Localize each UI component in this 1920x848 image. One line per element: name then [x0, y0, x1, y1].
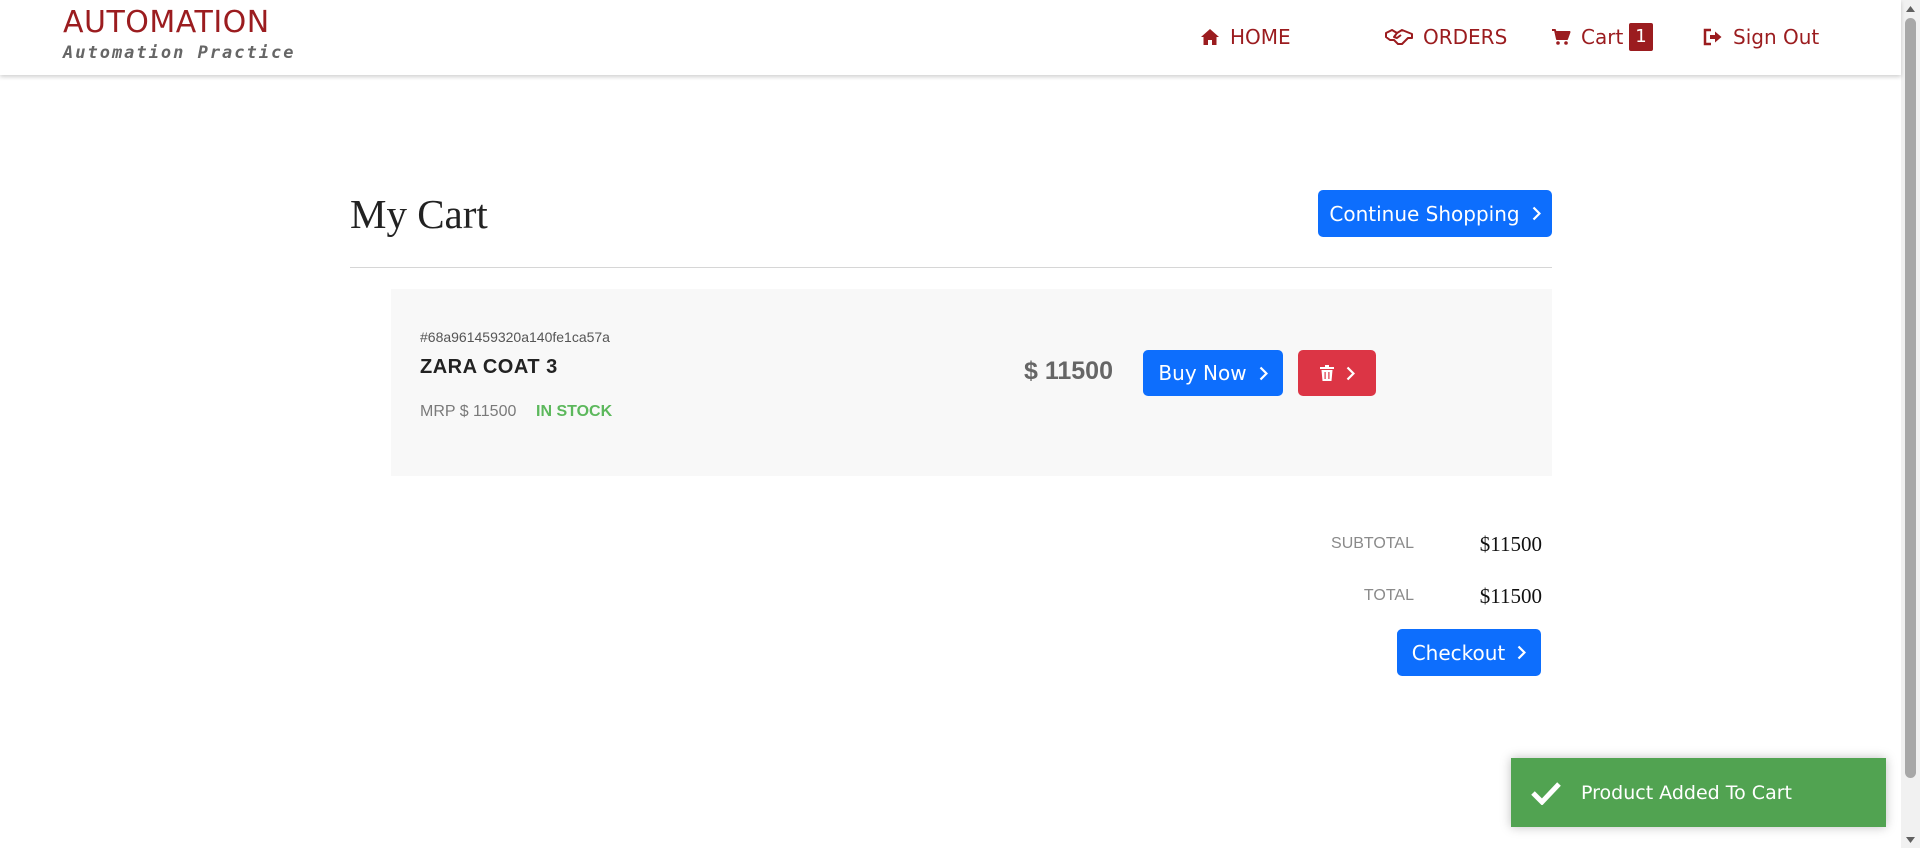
subtotal-label: SUBTOTAL: [1331, 535, 1414, 552]
item-mrp: MRP $ 11500: [420, 403, 517, 420]
handshake-icon: [1385, 29, 1413, 45]
chevron-right-icon: [1532, 206, 1541, 221]
item-name: ZARA COAT 3: [420, 356, 558, 378]
scrollbar-thumb[interactable]: [1905, 18, 1916, 778]
success-toast[interactable]: Product Added To Cart: [1511, 758, 1886, 827]
nav-cart-label: Cart: [1581, 25, 1624, 49]
page-title: My Cart: [350, 191, 488, 237]
buy-now-label: Buy Now: [1158, 361, 1247, 385]
subtotal-value: $11500: [1479, 532, 1542, 556]
item-stock-status: IN STOCK: [536, 403, 613, 420]
checkmark-icon: [1531, 781, 1561, 805]
toast-message: Product Added To Cart: [1581, 781, 1792, 804]
cart-item: #68a961459320a140fe1ca57a ZARA COAT 3 MR…: [391, 289, 1552, 476]
sign-out-icon: [1703, 28, 1722, 46]
navbar: AUTOMATION Automation Practice HOME ORDE…: [0, 0, 1901, 75]
chevron-right-icon: [1259, 366, 1268, 380]
total-label: TOTAL: [1363, 587, 1414, 604]
scroll-down-arrow-icon[interactable]: [1901, 831, 1920, 848]
nav-home-label: HOME: [1230, 25, 1291, 49]
nav-orders-link[interactable]: ORDERS: [1385, 22, 1507, 52]
cart-count-badge: 1: [1629, 23, 1653, 51]
checkout-button[interactable]: Checkout: [1397, 629, 1541, 676]
checkout-label: Checkout: [1411, 640, 1506, 665]
brand-logo[interactable]: AUTOMATION Automation Practice: [63, 6, 295, 64]
chevron-right-icon: [1346, 366, 1355, 380]
nav-cart-link[interactable]: Cart 1: [1551, 22, 1653, 52]
nav-home-link[interactable]: HOME: [1200, 22, 1291, 52]
cart-icon: [1552, 29, 1571, 45]
header-divider: [350, 267, 1552, 268]
total-value: $11500: [1479, 584, 1542, 608]
home-icon: [1201, 29, 1219, 45]
nav-signout-link[interactable]: Sign Out: [1703, 22, 1819, 52]
scroll-up-arrow-icon[interactable]: [1901, 0, 1920, 17]
chevron-right-icon: [1518, 645, 1527, 660]
nav-orders-label: ORDERS: [1423, 25, 1508, 49]
trash-icon: [1319, 365, 1334, 381]
delete-item-button[interactable]: [1298, 350, 1376, 396]
continue-shopping-label: Continue Shopping: [1329, 201, 1520, 226]
brand-title: AUTOMATION: [63, 5, 270, 40]
item-id: #68a961459320a140fe1ca57a: [420, 329, 610, 345]
nav-signout-label: Sign Out: [1733, 25, 1820, 49]
buy-now-button[interactable]: Buy Now: [1143, 350, 1283, 396]
brand-subtitle: Automation Practice: [63, 43, 296, 63]
vertical-scrollbar[interactable]: [1901, 0, 1920, 848]
continue-shopping-button[interactable]: Continue Shopping: [1318, 190, 1552, 237]
item-price: $ 11500: [1024, 357, 1113, 385]
